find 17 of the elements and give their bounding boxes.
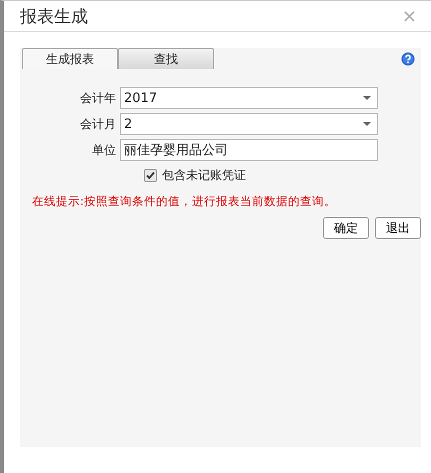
help-icon[interactable] bbox=[401, 52, 415, 66]
caret-icon bbox=[363, 96, 371, 100]
hint-text: 在线提示:按照查询条件的值，进行报表当前数据的查询。 bbox=[32, 194, 337, 209]
checkbox-label: 包含未记账凭证 bbox=[162, 167, 246, 184]
dropdown[interactable]: 2 bbox=[120, 113, 378, 135]
input-field[interactable]: 丽佳孕婴用品公司 bbox=[120, 139, 378, 161]
dialog-button[interactable]: 确定 bbox=[323, 217, 369, 239]
window-title: 报表生成 bbox=[20, 6, 88, 28]
dialog-button[interactable]: 退出 bbox=[375, 217, 421, 239]
tab[interactable]: 查找 bbox=[118, 48, 214, 69]
caret-icon bbox=[363, 122, 371, 126]
checkbox[interactable] bbox=[144, 169, 157, 182]
dropdown[interactable]: 2017 bbox=[120, 87, 378, 109]
tab[interactable]: 生成报表 bbox=[22, 48, 118, 69]
field-label: 单位 bbox=[91, 142, 116, 158]
field-label: 会计月 bbox=[79, 116, 116, 132]
field-label: 会计年 bbox=[79, 90, 116, 106]
